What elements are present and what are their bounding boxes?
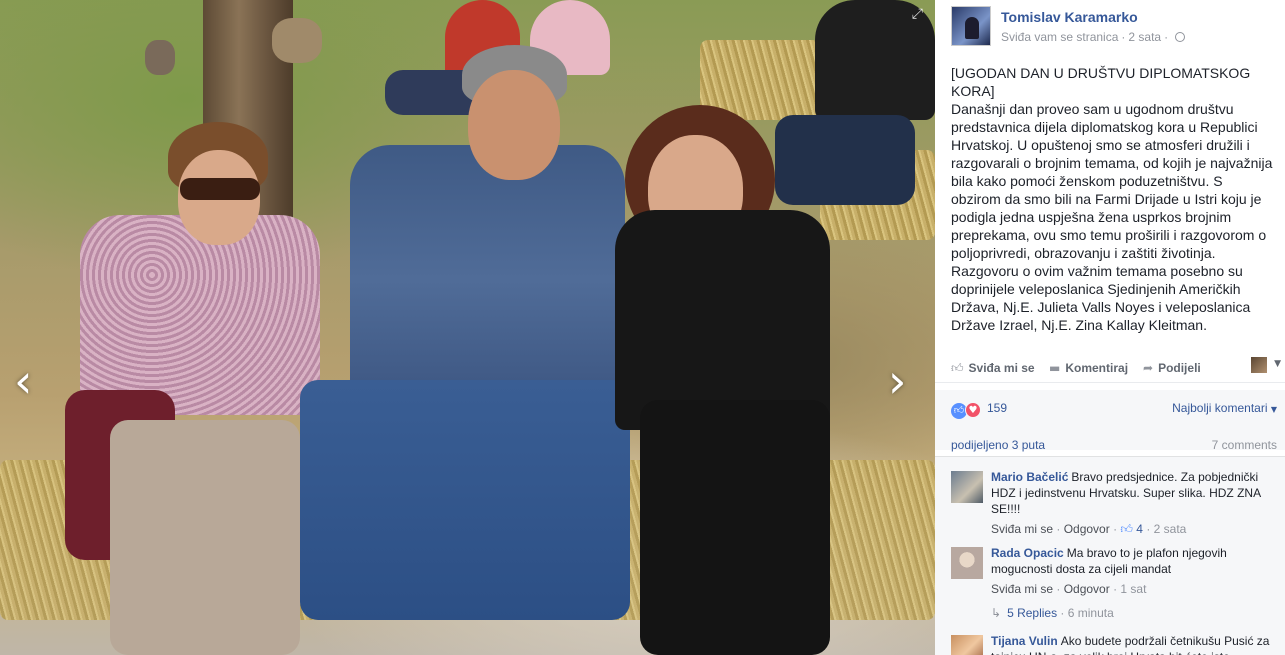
post-meta: Sviđa vam se stranica · 2 sata · — [1001, 30, 1186, 44]
chevron-down-icon: ▼ — [1270, 405, 1277, 414]
comment-body: Rada Opacic Ma bravo to je plafon njegovi… — [991, 545, 1276, 577]
post-actions: 👍︎ Sviđa mi se ▬ Komentiraj ➦ Podijeli ▼ — [935, 353, 1285, 383]
comment-like-count[interactable]: 4 — [1136, 522, 1143, 536]
post-sidebar: Tomislav Karamarko Sviđa vam se stranica… — [935, 0, 1285, 655]
comments-count: 7 comments — [1211, 438, 1277, 452]
reaction-count[interactable]: 159 — [987, 401, 1007, 415]
view-replies-link[interactable]: ↳ 5 Replies · 6 minuta — [991, 606, 1114, 620]
comments-list: Mario Bačelić Bravo predsjednice. Za pobj… — [935, 456, 1285, 655]
post-time[interactable]: 2 sata — [1128, 30, 1161, 44]
viewer-avatar[interactable] — [1251, 357, 1267, 373]
comment-reply-link[interactable]: Odgovor — [1064, 582, 1110, 596]
post-header: Tomislav Karamarko Sviđa vam se stranica… — [935, 0, 1285, 56]
replies-time: 6 minuta — [1067, 606, 1114, 620]
next-photo-icon[interactable]: › — [888, 358, 906, 404]
author-name[interactable]: Tomislav Karamarko — [1001, 9, 1138, 25]
cat — [145, 40, 175, 75]
comment-icon: ▬ — [1049, 361, 1061, 375]
commenter-name[interactable]: Mario Bačelić — [991, 470, 1068, 484]
commenter-name[interactable]: Tijana Vulin — [991, 634, 1058, 648]
expand-icon[interactable]: ⤢ — [912, 6, 923, 22]
comment-actions: Sviđa mi se · Odgovor · 1 sat — [991, 582, 1147, 596]
comment-like-link[interactable]: Sviđa mi se — [991, 522, 1053, 536]
reply-arrow-icon: ↳ — [991, 606, 1002, 620]
commenter-avatar[interactable] — [951, 635, 983, 655]
previous-photo-icon[interactable]: ‹ — [14, 358, 32, 404]
thumbs-up-icon: 👍︎ — [951, 361, 964, 375]
commenter-avatar[interactable] — [951, 471, 983, 503]
comment-like-link[interactable]: Sviđa mi se — [991, 582, 1053, 596]
love-reaction-icon: ♥ — [965, 402, 981, 418]
share-icon: ➦ — [1143, 361, 1154, 375]
comment-body: Mario Bačelić Bravo predsjednice. Za pobj… — [991, 469, 1276, 517]
commenter-avatar[interactable] — [951, 547, 983, 579]
reaction-icons[interactable]: 👍︎ ♥ — [951, 400, 981, 419]
comment-time[interactable]: 1 sat — [1120, 582, 1146, 596]
comment-actions: Sviđa mi se · Odgovor · 👍︎ 4 · 2 sata — [991, 522, 1187, 536]
comment-button[interactable]: ▬ Komentiraj — [1049, 361, 1128, 375]
thumbs-up-icon: 👍︎ — [1120, 522, 1133, 536]
comment-time[interactable]: 2 sata — [1154, 522, 1187, 536]
share-button[interactable]: ➦ Podijeli — [1143, 361, 1201, 375]
comment-reply-link[interactable]: Odgovor — [1064, 522, 1110, 536]
reactions-bar: 👍︎ ♥ 159 Najbolji komentari ▼ podijeljeno… — [935, 390, 1285, 452]
chevron-down-icon[interactable]: ▼ — [1274, 359, 1281, 369]
post-text: [UGODAN DAN U DRUŠTVU DIPLOMATSKOG KORA]… — [951, 65, 1273, 333]
post-photo[interactable]: ‹ › ⤢ — [0, 0, 935, 655]
globe-icon — [1175, 32, 1186, 42]
cat — [272, 18, 322, 63]
page-liked-label: Sviđa vam se stranica — [1001, 30, 1119, 44]
shares-count[interactable]: podijeljeno 3 puta — [951, 438, 1045, 452]
comment-sort-dropdown[interactable]: Najbolji komentari ▼ — [1172, 401, 1277, 415]
commenter-name[interactable]: Rada Opacic — [991, 546, 1064, 560]
like-button[interactable]: 👍︎ Sviđa mi se — [951, 361, 1035, 376]
comment-body: Tijana Vulin Ako budete podržali četnikuš… — [991, 633, 1276, 655]
author-avatar[interactable] — [951, 6, 991, 46]
